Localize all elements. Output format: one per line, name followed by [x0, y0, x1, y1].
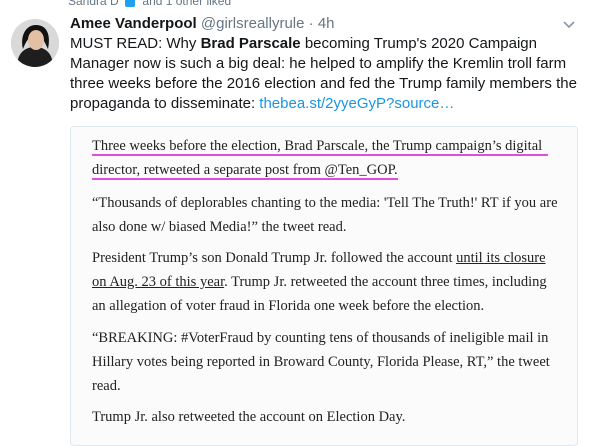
- article-paragraph-1: Three weeks before the election, Brad Pa…: [92, 138, 543, 178]
- mention-name: Brad Parscale: [200, 35, 301, 52]
- timestamp[interactable]: 4h: [318, 15, 335, 32]
- social-context-name[interactable]: Sandra D: [68, 0, 119, 8]
- tweet-text: MUST READ: Why Brad Parscale becoming Tr…: [70, 34, 585, 114]
- author-handle[interactable]: @girlsreallyrule: [201, 15, 305, 32]
- tweet-text-part: MUST READ: Why: [70, 35, 201, 52]
- author-name[interactable]: Amee Vanderpool: [70, 15, 197, 32]
- article-paragraph-2: “Thousands of deplorables chanting to th…: [92, 195, 558, 235]
- chevron-down-icon[interactable]: [561, 18, 577, 32]
- article-paragraph-4: “BREAKING: #VoterFraud by counting tens …: [92, 330, 550, 394]
- social-context-more[interactable]: and 1 other liked: [142, 0, 231, 8]
- tweet-header: Amee Vanderpool @girlsreallyrule · 4h: [70, 14, 335, 34]
- highlight-underline: [92, 178, 398, 180]
- highlight-underline: [92, 154, 548, 156]
- article-paragraph-5: Trump Jr. also retweeted the account on …: [92, 409, 406, 425]
- article-paragraph-3: President Trump’s son Donald Trump Jr. f…: [92, 246, 562, 318]
- separator-dot: ·: [308, 15, 314, 32]
- social-context[interactable]: Sandra D and 1 other liked: [68, 0, 231, 8]
- avatar[interactable]: [11, 19, 59, 67]
- twitter-bird-icon: [125, 0, 136, 7]
- paragraph-text: President Trump’s son Donald Trump Jr. f…: [92, 250, 457, 266]
- tweet-link[interactable]: thebea.st/2yyeGyP?source…: [259, 95, 454, 112]
